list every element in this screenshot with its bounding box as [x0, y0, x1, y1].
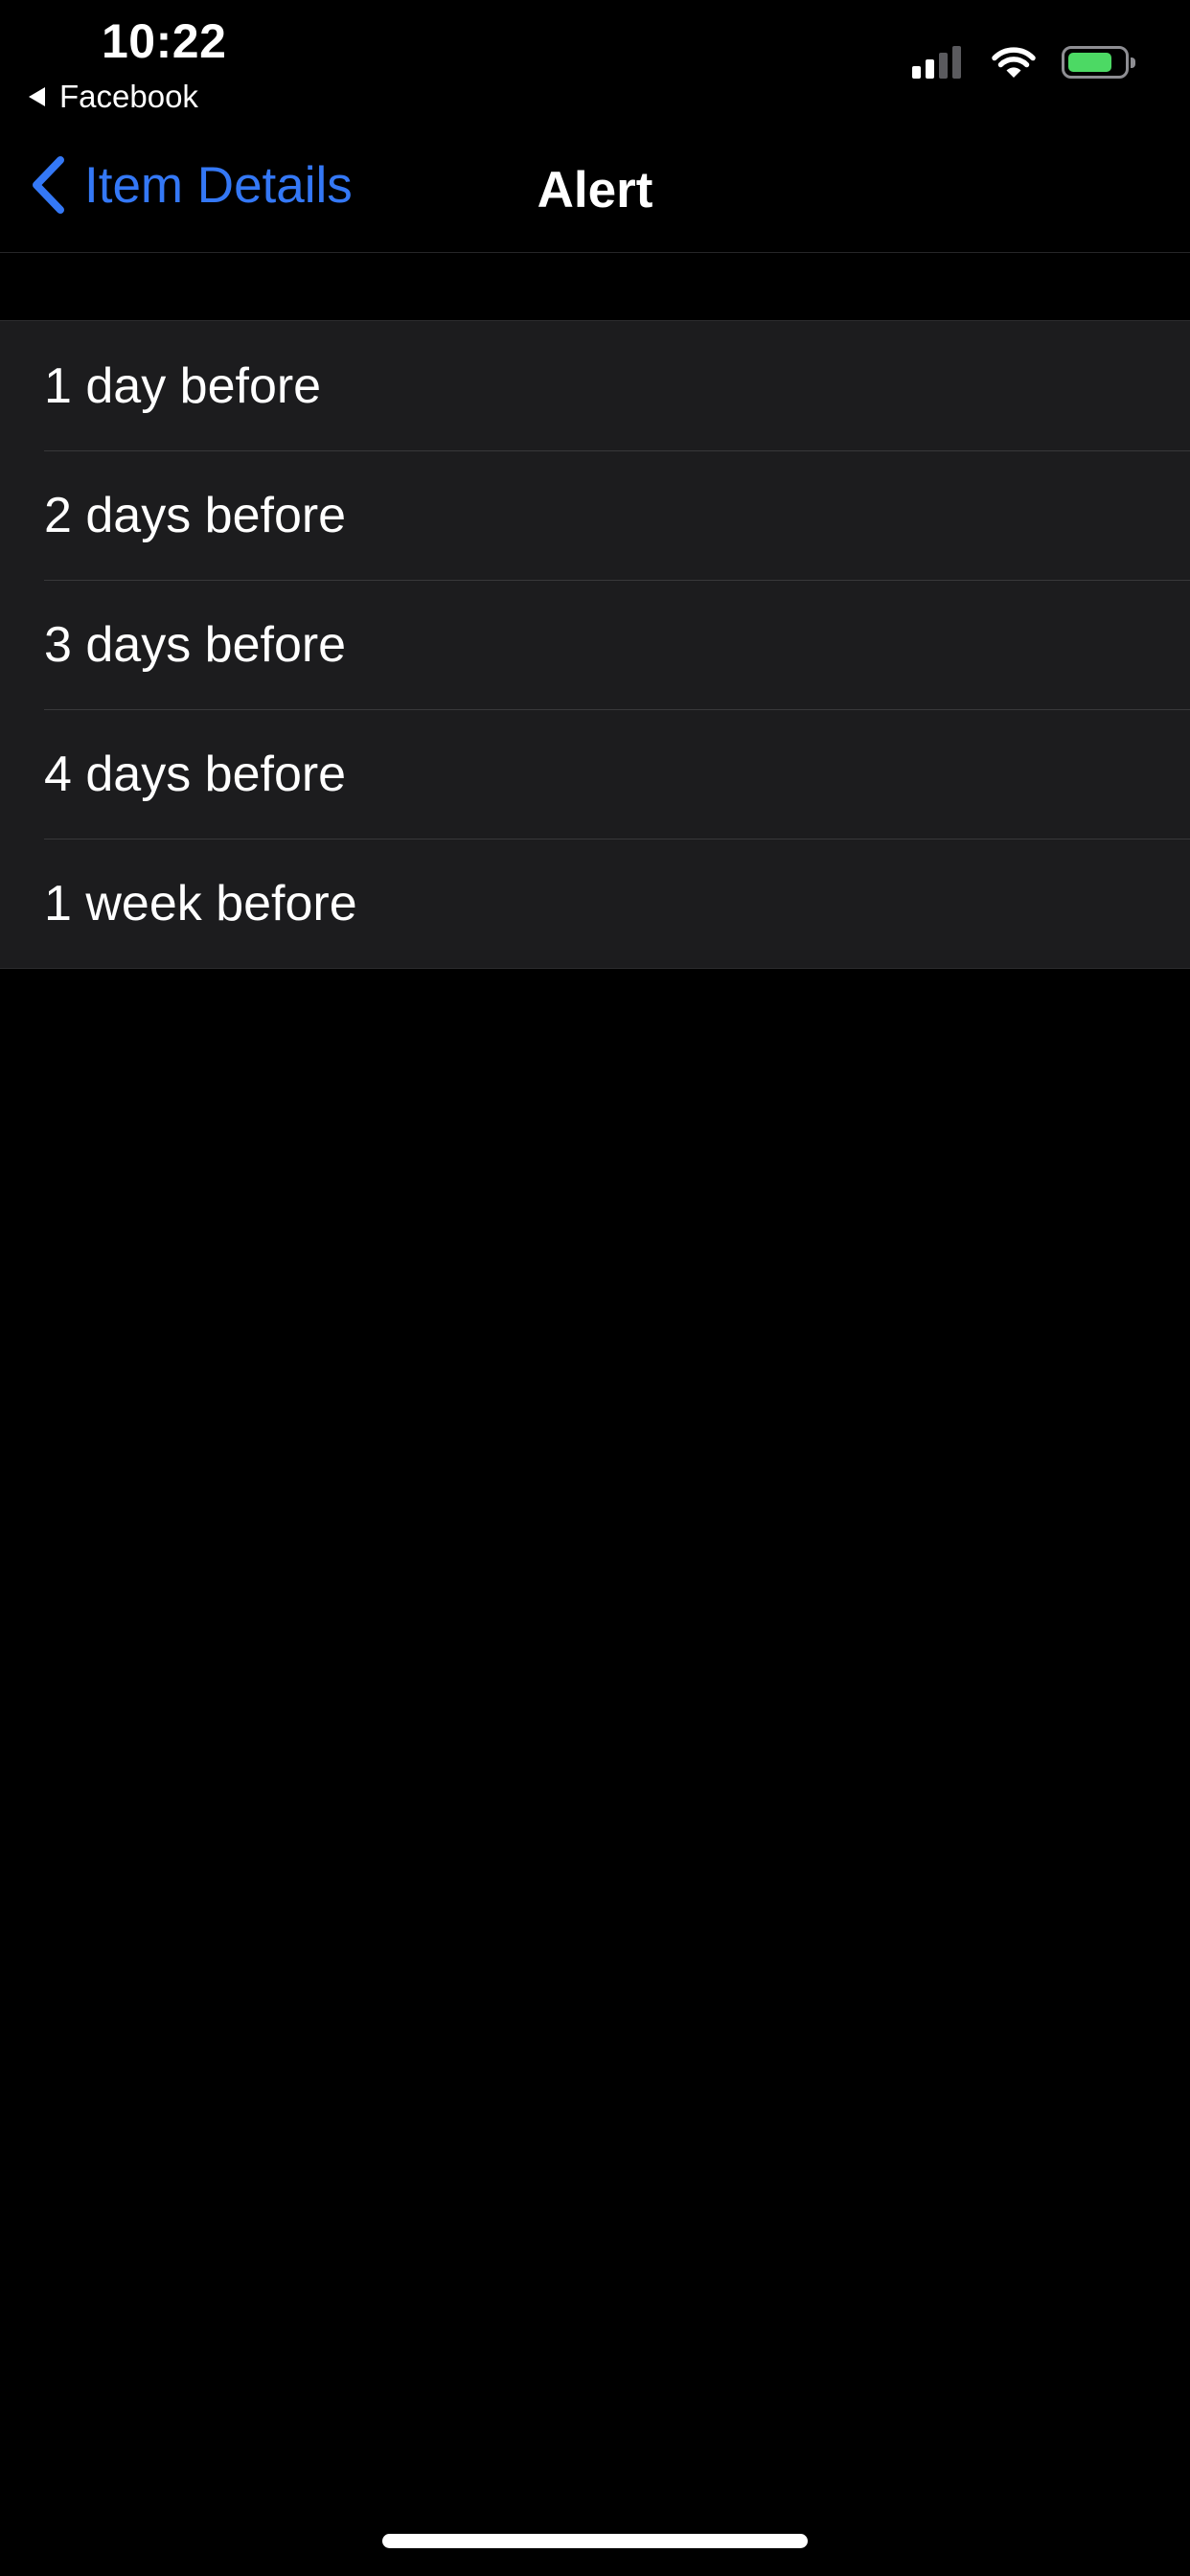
return-to-app-button[interactable]: Facebook: [29, 79, 198, 115]
home-indicator[interactable]: [382, 2534, 808, 2548]
cellular-signal-icon: [912, 46, 966, 79]
battery-fill: [1068, 53, 1111, 72]
alert-option-2-days[interactable]: 2 days before: [0, 450, 1190, 580]
navigation-bar: Item Details Alert: [0, 123, 1190, 253]
alert-option-4-days[interactable]: 4 days before: [0, 709, 1190, 839]
status-time: 10:22: [102, 14, 227, 68]
signal-bar: [926, 59, 934, 79]
signal-bar: [939, 53, 948, 79]
triangle-left-icon: [29, 87, 45, 106]
alert-option-1-day[interactable]: 1 day before: [0, 321, 1190, 450]
wifi-icon: [992, 47, 1036, 78]
status-icons: [912, 46, 1135, 79]
status-bar: 10:22 Facebook: [0, 0, 1190, 123]
alert-options-list: 1 day before 2 days before 3 days before…: [0, 320, 1190, 969]
alert-option-1-week[interactable]: 1 week before: [0, 839, 1190, 968]
return-app-label: Facebook: [59, 79, 198, 114]
signal-bar: [952, 46, 961, 79]
alert-option-3-days[interactable]: 3 days before: [0, 580, 1190, 709]
signal-bar: [912, 66, 921, 79]
battery-icon: [1062, 46, 1135, 79]
page-title: Alert: [537, 162, 653, 218]
option-label: 1 week before: [44, 875, 357, 932]
option-label: 2 days before: [44, 487, 347, 543]
option-label: 4 days before: [44, 746, 347, 802]
option-label: 1 day before: [44, 357, 322, 414]
option-label: 3 days before: [44, 616, 347, 673]
